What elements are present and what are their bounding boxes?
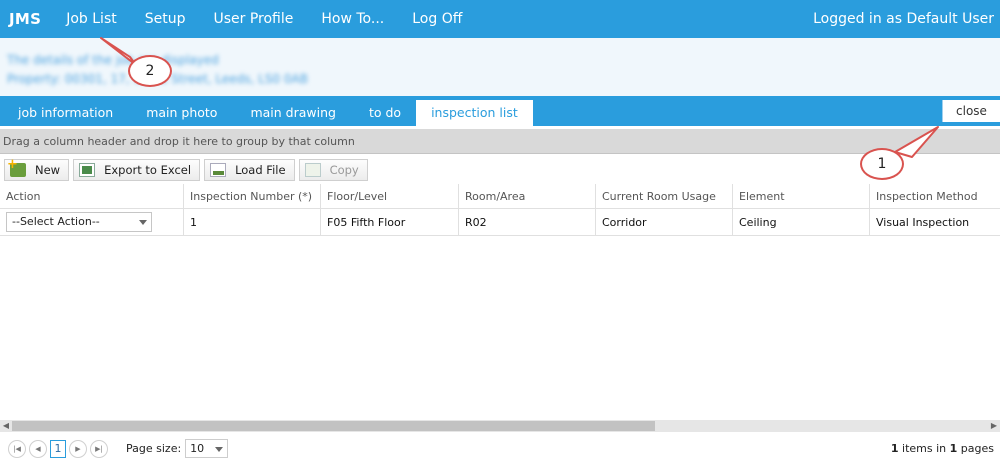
scrollbar-thumb[interactable] (12, 421, 655, 431)
new-icon (7, 157, 26, 177)
column-header-floor-level[interactable]: Floor/Level (320, 184, 458, 208)
items-text: items in (898, 442, 950, 455)
grid-header-row: Action Inspection Number (*) Floor/Level… (0, 184, 1000, 209)
pages-text: pages (957, 442, 994, 455)
callout-badge-1: 1 (860, 148, 904, 180)
job-header-line-1: The details of the job are displayed (7, 53, 219, 67)
copy-button-label: Copy (329, 163, 359, 177)
cell-inspection-method: Visual Inspection (869, 209, 1000, 235)
cell-inspection-number: 1 (183, 209, 320, 235)
column-header-current-room-usage[interactable]: Current Room Usage (595, 184, 732, 208)
horizontal-scrollbar[interactable]: ◀ ▶ (0, 420, 1000, 432)
nav-job-list[interactable]: Job List (66, 11, 117, 27)
current-page-number[interactable]: 1 (50, 439, 66, 458)
nav-setup[interactable]: Setup (145, 11, 186, 27)
close-button[interactable]: close (942, 100, 1000, 122)
page-size-value: 10 (190, 442, 205, 455)
next-page-icon[interactable]: ▶ (69, 439, 87, 458)
cell-room-area: R02 (458, 209, 595, 235)
excel-icon (79, 163, 96, 177)
brand-logo[interactable]: JMS (9, 10, 41, 28)
top-navbar: JMS Job List Setup User Profile How To..… (0, 0, 1000, 38)
cell-current-room-usage: Corridor (595, 209, 732, 235)
column-header-action[interactable]: Action (0, 184, 183, 208)
nav-how-to[interactable]: How To... (321, 11, 384, 27)
scroll-right-icon[interactable]: ▶ (988, 420, 1000, 432)
tab-inspection-list[interactable]: inspection list (416, 100, 533, 126)
chevron-down-icon (139, 220, 147, 225)
load-file-icon (210, 163, 227, 177)
tab-main-photo[interactable]: main photo (131, 100, 232, 126)
load-file-button[interactable]: Load File (204, 159, 295, 181)
new-button[interactable]: New (4, 157, 70, 181)
group-by-panel[interactable]: Drag a column header and drop it here to… (0, 129, 1000, 154)
chevron-down-icon (215, 447, 224, 452)
export-button-label: Export to Excel (104, 163, 192, 177)
load-file-button-label: Load File (235, 163, 286, 177)
grid-toolbar: New Export to Excel Load File Copy (0, 157, 1000, 182)
last-page-icon[interactable]: ▶| (90, 439, 108, 458)
grid-pager: |◀ ◀ 1 ▶ ▶| Page size: 10 1 items in 1 p… (0, 437, 1000, 460)
first-page-icon[interactable]: |◀ (8, 439, 26, 458)
page: JMS Job List Setup User Profile How To..… (0, 0, 1000, 460)
tab-main-drawing[interactable]: main drawing (235, 100, 351, 126)
export-to-excel-button[interactable]: Export to Excel (73, 159, 201, 181)
cell-floor-level: F05 Fifth Floor (320, 209, 458, 235)
column-header-inspection-method[interactable]: Inspection Method (869, 184, 1000, 208)
column-header-room-area[interactable]: Room/Area (458, 184, 595, 208)
column-header-element[interactable]: Element (732, 184, 869, 208)
logged-in-user: Logged in as Default User (813, 11, 994, 27)
main-nav: Job List Setup User Profile How To... Lo… (66, 11, 490, 27)
copy-button[interactable]: Copy (298, 159, 368, 181)
scroll-left-icon[interactable]: ◀ (0, 420, 12, 432)
select-action-dropdown[interactable]: --Select Action-- (6, 212, 152, 232)
nav-user-profile[interactable]: User Profile (213, 11, 293, 27)
select-action-value: --Select Action-- (12, 215, 100, 228)
copy-icon (304, 163, 321, 177)
cell-element: Ceiling (732, 209, 869, 235)
nav-log-off[interactable]: Log Off (412, 11, 462, 27)
inspection-grid: Action Inspection Number (*) Floor/Level… (0, 184, 1000, 236)
page-size-dropdown[interactable]: 10 (185, 439, 229, 458)
new-button-label: New (35, 163, 61, 177)
page-size-label: Page size: (126, 442, 182, 455)
callout-badge-2: 2 (128, 55, 172, 87)
tab-job-information[interactable]: job information (3, 100, 128, 126)
action-cell: --Select Action-- (0, 209, 183, 235)
items-count: 1 (890, 442, 899, 455)
tab-strip: job information main photo main drawing … (0, 96, 1000, 126)
pager-info: 1 items in 1 pages (891, 442, 994, 455)
column-header-inspection-number[interactable]: Inspection Number (*) (183, 184, 320, 208)
previous-page-icon[interactable]: ◀ (29, 439, 47, 458)
tab-to-do[interactable]: to do (354, 100, 416, 126)
table-row[interactable]: --Select Action-- 1 F05 Fifth Floor R02 … (0, 209, 1000, 236)
